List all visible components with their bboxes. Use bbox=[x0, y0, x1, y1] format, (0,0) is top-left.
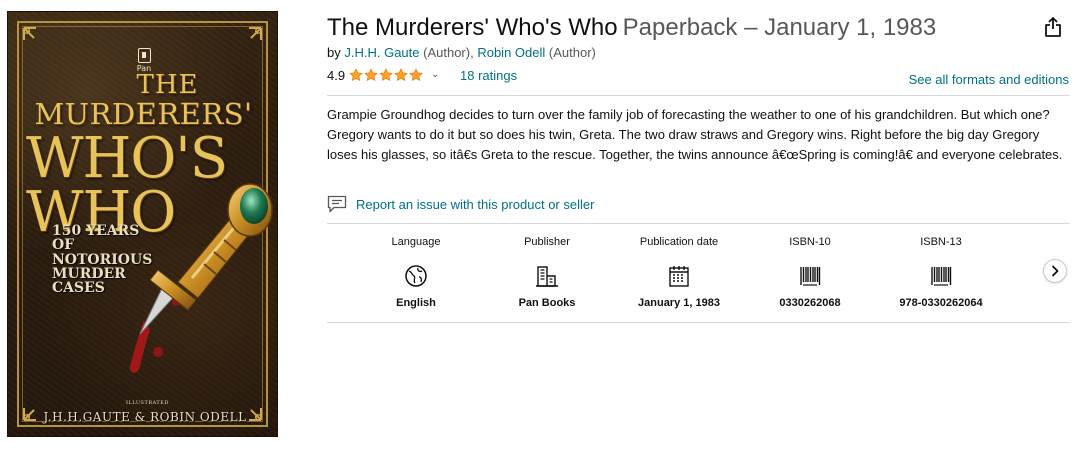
pan-logo-icon bbox=[137, 48, 151, 63]
binding-and-date: Paperback – January 1, 1983 bbox=[622, 14, 937, 41]
detail-label: Language bbox=[391, 236, 441, 248]
cover-title: THE MURDERERS' WHO'S WHO bbox=[22, 72, 265, 241]
star-icon bbox=[364, 68, 378, 82]
rating-value: 4.9 bbox=[327, 68, 346, 83]
ornament-icon bbox=[249, 27, 262, 40]
product-title: The Murderers' Who's Who bbox=[327, 14, 618, 41]
cover-title-line: MURDERERS' bbox=[34, 97, 253, 131]
author-link[interactable]: J.H.H. Gaute bbox=[344, 45, 419, 60]
star-icon bbox=[394, 68, 408, 82]
share-button[interactable] bbox=[1040, 14, 1066, 40]
calendar-icon bbox=[609, 264, 749, 288]
carousel-next-button[interactable] bbox=[1043, 259, 1067, 283]
ornament-icon bbox=[23, 27, 36, 40]
cover-illustrated-label: ILLUSTRATED bbox=[126, 400, 169, 406]
detail-language: Language English bbox=[346, 230, 486, 309]
detail-label: Publisher bbox=[524, 236, 570, 248]
detail-label: ISBN-13 bbox=[920, 236, 962, 248]
chevron-right-icon bbox=[1052, 265, 1059, 277]
see-all-formats-link[interactable]: See all formats and editions bbox=[909, 72, 1069, 87]
detail-value: 0330262068 bbox=[779, 297, 841, 309]
cover-subtitle-line: MURDER bbox=[52, 265, 126, 282]
report-issue-link[interactable]: Report an issue with this product or sel… bbox=[356, 197, 594, 212]
detail-isbn-13: ISBN-13 978-0330262064 bbox=[871, 230, 1011, 309]
book-cover-image[interactable]: Pan THE MURDERERS' WHO'S WHO 150 YEARS O… bbox=[7, 11, 278, 437]
star-icon bbox=[379, 68, 393, 82]
product-description: Grampie Groundhog decides to turn over t… bbox=[327, 107, 1063, 162]
chevron-down-icon[interactable]: ⌄ bbox=[431, 69, 439, 80]
author-link[interactable]: Robin Odell bbox=[477, 45, 545, 60]
star-icon bbox=[409, 68, 423, 82]
title-row: The Murderers' Who's Who Paperback – Jan… bbox=[327, 14, 936, 42]
detail-value: Pan Books bbox=[518, 297, 576, 309]
detail-label: ISBN-10 bbox=[789, 236, 831, 248]
barcode-icon bbox=[871, 264, 1011, 288]
author-role: (Author), bbox=[423, 45, 474, 60]
divider bbox=[327, 95, 1070, 96]
ratings-count-link[interactable]: 18 ratings bbox=[460, 68, 517, 83]
cover-title-line: WHO'S bbox=[26, 126, 228, 191]
globe-icon bbox=[346, 264, 486, 288]
detail-publication-date: Publication date January 1, 1983 bbox=[609, 230, 749, 309]
barcode-icon bbox=[740, 264, 880, 288]
cover-title-line: THE bbox=[136, 70, 199, 100]
detail-value: English bbox=[396, 297, 436, 309]
report-issue-row[interactable]: Report an issue with this product or sel… bbox=[327, 194, 594, 214]
star-icon bbox=[349, 68, 363, 82]
feedback-icon bbox=[327, 195, 347, 213]
divider bbox=[327, 322, 1070, 323]
building-icon bbox=[477, 264, 617, 288]
share-icon bbox=[1045, 17, 1061, 37]
cover-authors: J.H.H.GAUTE & ROBIN ODELL bbox=[43, 410, 247, 424]
detail-value: 978-0330262064 bbox=[899, 297, 983, 309]
rating-row: 4.9 ⌄ 18 ratings See all formats and edi… bbox=[327, 68, 1072, 88]
byline-prefix: by bbox=[327, 45, 341, 60]
star-rating[interactable] bbox=[349, 68, 423, 84]
cover-subtitle-line: CASES bbox=[52, 280, 105, 297]
detail-publisher: Publisher Pan Books bbox=[477, 230, 617, 309]
cover-subtitle-line: 150 YEARS bbox=[52, 223, 140, 239]
cover-subtitle: 150 YEARS OF NOTORIOUS MURDER CASES bbox=[52, 223, 172, 297]
detail-value: January 1, 1983 bbox=[638, 297, 720, 309]
detail-label: Publication date bbox=[639, 236, 719, 248]
cover-subtitle-line: OF NOTORIOUS bbox=[52, 237, 153, 268]
product-details-carousel: Language English Publisher Pan Books Pub… bbox=[327, 230, 1072, 320]
detail-isbn-10: ISBN-10 0330262068 bbox=[740, 230, 880, 309]
author-role: (Author) bbox=[548, 45, 596, 60]
divider bbox=[327, 223, 1070, 224]
byline: by J.H.H. Gaute (Author), Robin Odell (A… bbox=[327, 45, 596, 60]
